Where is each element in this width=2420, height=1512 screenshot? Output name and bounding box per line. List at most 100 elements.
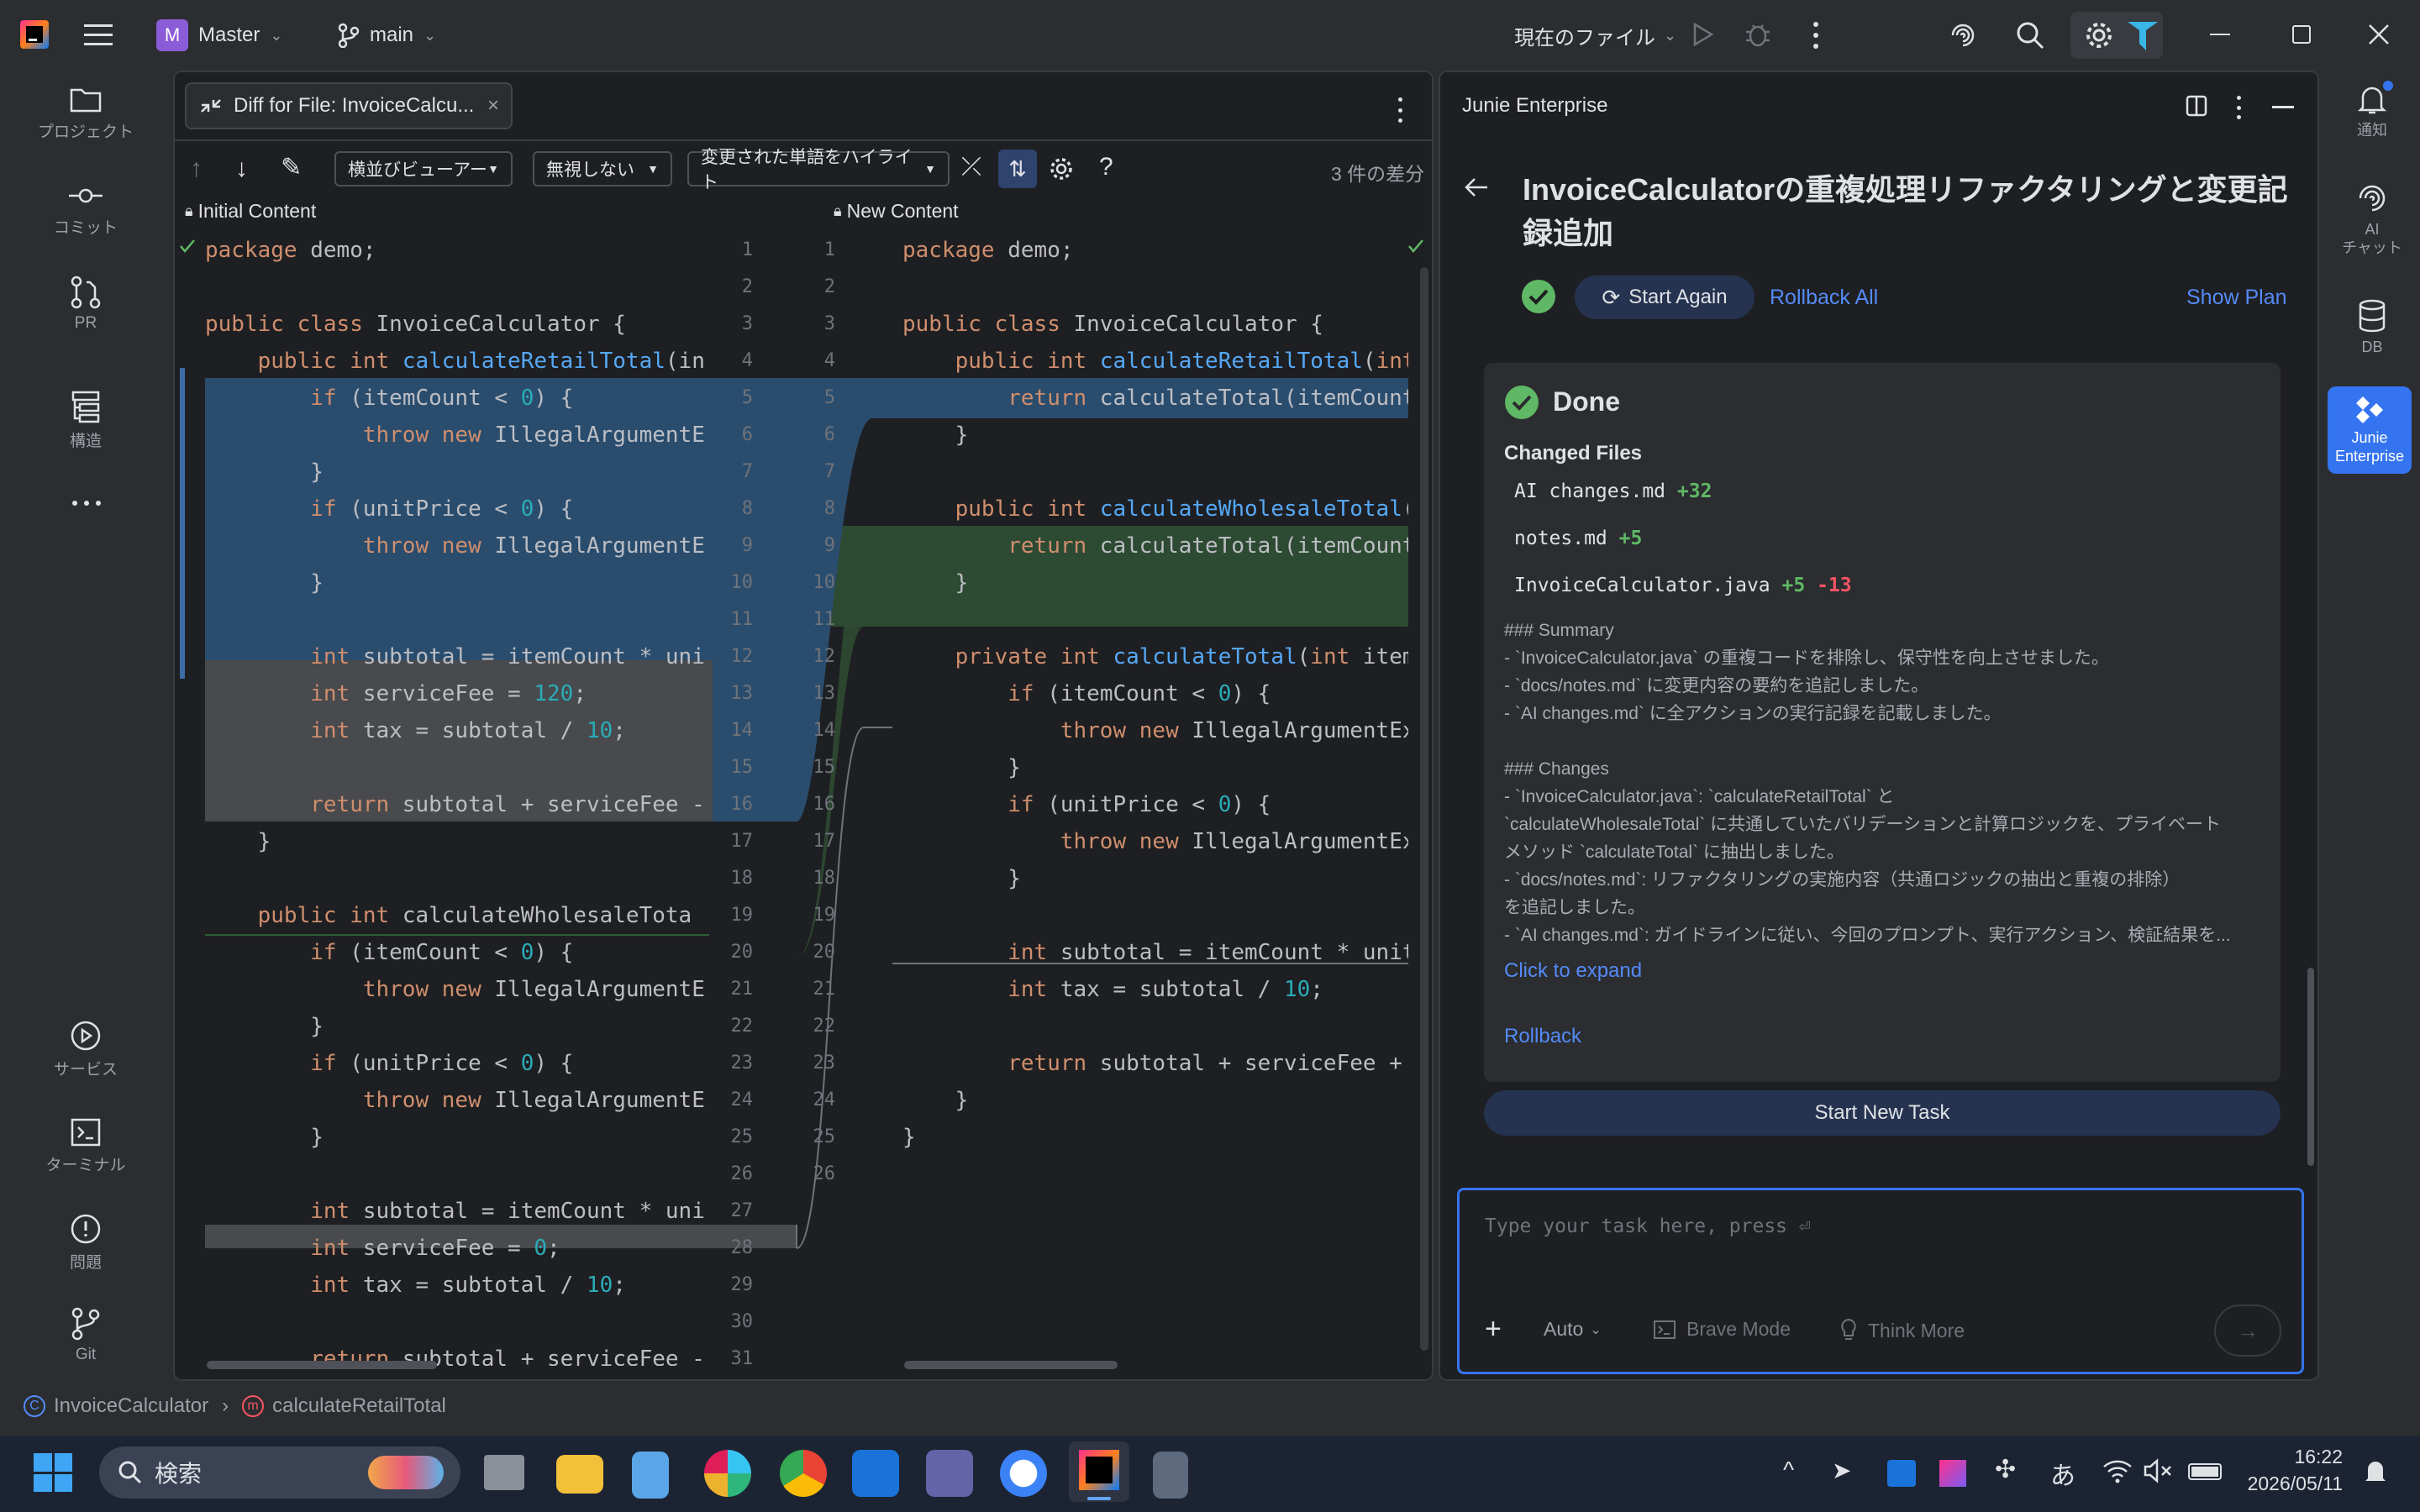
left-horizontal-scrollbar[interactable] (207, 1361, 437, 1369)
tray-app-icon[interactable]: ➤ (1832, 1457, 1851, 1484)
think-more-toggle[interactable]: Think More (1839, 1318, 1965, 1343)
add-attachment-icon[interactable]: + (1485, 1315, 1502, 1343)
changed-file-item[interactable]: AI changes.md +32 (1514, 480, 1712, 502)
teams-icon[interactable] (926, 1450, 973, 1497)
left-code-pane[interactable]: package demo; public class InvoiceCalcul… (205, 232, 713, 1366)
changed-file-item[interactable]: notes.md +5 (1514, 528, 1642, 549)
editor-options-icon[interactable] (1398, 97, 1405, 123)
clock[interactable]: 16:22 2026/05/11 (2238, 1443, 2343, 1497)
junie-panel: Junie Enterprise InvoiceCalculatorの重複処理リ… (1439, 71, 2319, 1381)
rollback-all-button[interactable]: Rollback All (1770, 286, 1878, 310)
tool-window-notifications[interactable]: 通知 (2326, 81, 2418, 139)
more-actions-icon[interactable] (1813, 22, 1820, 49)
show-plan-button[interactable]: Show Plan (2186, 286, 2287, 310)
tool-window-git[interactable]: Git (0, 1307, 171, 1364)
terminal-icon (1654, 1320, 1676, 1339)
search-icon[interactable] (2015, 20, 2045, 50)
tool-window-project[interactable]: プロジェクト (0, 86, 171, 142)
ai-assistant-icon[interactable] (1948, 20, 1978, 50)
whitespace-dropdown[interactable]: 無視しない ▼ (533, 151, 672, 186)
tool-window-pr[interactable]: PR (0, 276, 171, 333)
notepad-icon[interactable] (632, 1452, 669, 1499)
speaker-muted-icon[interactable] (2143, 1458, 2173, 1483)
browser-icon[interactable] (1000, 1450, 1047, 1497)
tool-window-services[interactable]: サービス (0, 1020, 171, 1079)
outlook-icon[interactable] (852, 1450, 899, 1497)
right-horizontal-scrollbar[interactable] (904, 1361, 1118, 1369)
close-tab-icon[interactable]: × (487, 94, 499, 118)
breadcrumb-method[interactable]: calculateRetailTotal (272, 1394, 446, 1418)
tool-window-database[interactable]: DB (2326, 299, 2418, 356)
tray-toolbox-icon[interactable] (1939, 1460, 1966, 1487)
changed-file-item[interactable]: InvoiceCalculator.java +5 -13 (1514, 575, 1852, 596)
help-icon[interactable]: ? (1099, 153, 1113, 181)
settings-button[interactable] (2070, 12, 2163, 59)
code-line: int subtotal = itemCount * uni (310, 644, 705, 669)
tool-window-structure[interactable]: 構造 (0, 390, 171, 451)
back-arrow-icon[interactable] (1464, 176, 1489, 198)
previous-difference-icon[interactable]: ↑ (190, 155, 203, 183)
mode-dropdown[interactable]: Auto ⌄ (1544, 1318, 1602, 1341)
minimize-button[interactable] (2210, 34, 2230, 35)
edit-source-icon[interactable]: ✎ (281, 153, 302, 182)
tool-window-commit[interactable]: コミット (0, 181, 171, 238)
line-number: 6 (823, 424, 835, 445)
tool-window-ai-chat[interactable]: AI チャット (2326, 181, 2418, 257)
file-explorer-icon[interactable] (556, 1455, 603, 1494)
send-button[interactable]: → (2214, 1305, 2281, 1357)
panel-scrollbar[interactable] (2307, 968, 2314, 1166)
close-window-button[interactable] (2368, 24, 2390, 45)
start-button[interactable] (34, 1453, 72, 1492)
ime-indicator[interactable]: あ (2050, 1455, 2075, 1492)
sync-scroll-toggle[interactable]: ⇅ (998, 150, 1037, 188)
more-tool-windows-icon[interactable] (72, 501, 101, 506)
run-config-selector[interactable]: 現在のファイル ⌄ (1514, 18, 1676, 52)
task-view-icon[interactable] (484, 1455, 524, 1490)
chrome-icon[interactable] (780, 1450, 827, 1497)
taskbar-search[interactable]: 検索 (99, 1446, 460, 1499)
start-new-task-button[interactable]: Start New Task (1484, 1090, 2281, 1136)
click-to-expand-link[interactable]: Click to expand (1504, 959, 1642, 983)
diff-settings-icon[interactable] (1049, 156, 1074, 181)
panel-options-icon[interactable] (2237, 96, 2244, 119)
highlight-dropdown[interactable]: 変更された単語をハイライト ▼ (687, 148, 950, 192)
viewer-mode-dropdown[interactable]: 横並びビューアー ▼ (334, 151, 513, 186)
tool-window-problems[interactable]: 問題 (0, 1213, 171, 1273)
tray-outlook-icon[interactable] (1887, 1460, 1916, 1487)
collapse-unchanged-icon[interactable]: ⤫ (961, 153, 981, 181)
battery-icon[interactable] (2188, 1463, 2222, 1480)
rollback-link[interactable]: Rollback (1504, 1025, 1581, 1048)
brave-mode-toggle[interactable]: Brave Mode (1653, 1318, 1791, 1341)
app-logo-icon[interactable] (20, 20, 49, 49)
tool-window-junie[interactable]: Junie Enterprise (2328, 386, 2412, 474)
task-input[interactable]: Type your task here, press ⏎ (1485, 1215, 1811, 1237)
toolbox-icon (2128, 22, 2158, 50)
vertical-scrollbar[interactable] (1420, 267, 1428, 1351)
wifi-icon[interactable] (2102, 1458, 2133, 1483)
hide-panel-icon[interactable] (2272, 106, 2294, 108)
notification-bell-icon[interactable] (2363, 1457, 2388, 1485)
intellij-taskbar-icon[interactable] (1069, 1441, 1129, 1502)
line-number: 24 (730, 1089, 754, 1110)
right-code-pane[interactable]: package demo; public class InvoiceCalcul… (902, 232, 1408, 1366)
line-number: 22 (813, 1016, 836, 1037)
breadcrumb-class[interactable]: InvoiceCalculator (54, 1394, 208, 1418)
start-again-button[interactable]: ⟳ Start Again (1575, 276, 1754, 319)
main-menu-icon[interactable] (84, 22, 113, 47)
calculator-icon[interactable] (1153, 1452, 1188, 1499)
code-line: int subtotal = itemCount * unitP (1007, 940, 1408, 965)
next-difference-icon[interactable]: ↓ (235, 155, 248, 183)
show-hidden-icons[interactable]: ^ (1783, 1457, 1794, 1483)
restore-button[interactable] (2292, 25, 2311, 44)
tool-window-terminal[interactable]: ターミナル (0, 1117, 171, 1175)
editor-tab[interactable]: Diff for File: InvoiceCalcu... × (185, 82, 513, 129)
run-icon[interactable] (1691, 22, 1714, 47)
slack-icon[interactable] (704, 1450, 751, 1497)
tray-slack-icon[interactable]: ✣ (1995, 1455, 2016, 1484)
task-input-box[interactable]: Type your task here, press ⏎ + Auto ⌄ Bra… (1457, 1188, 2304, 1374)
branch-selector[interactable]: main ⌄ (338, 18, 436, 52)
split-view-icon[interactable] (2185, 94, 2208, 118)
project-selector[interactable]: M Master ⌄ (156, 18, 282, 52)
debug-icon[interactable] (1744, 20, 1771, 49)
